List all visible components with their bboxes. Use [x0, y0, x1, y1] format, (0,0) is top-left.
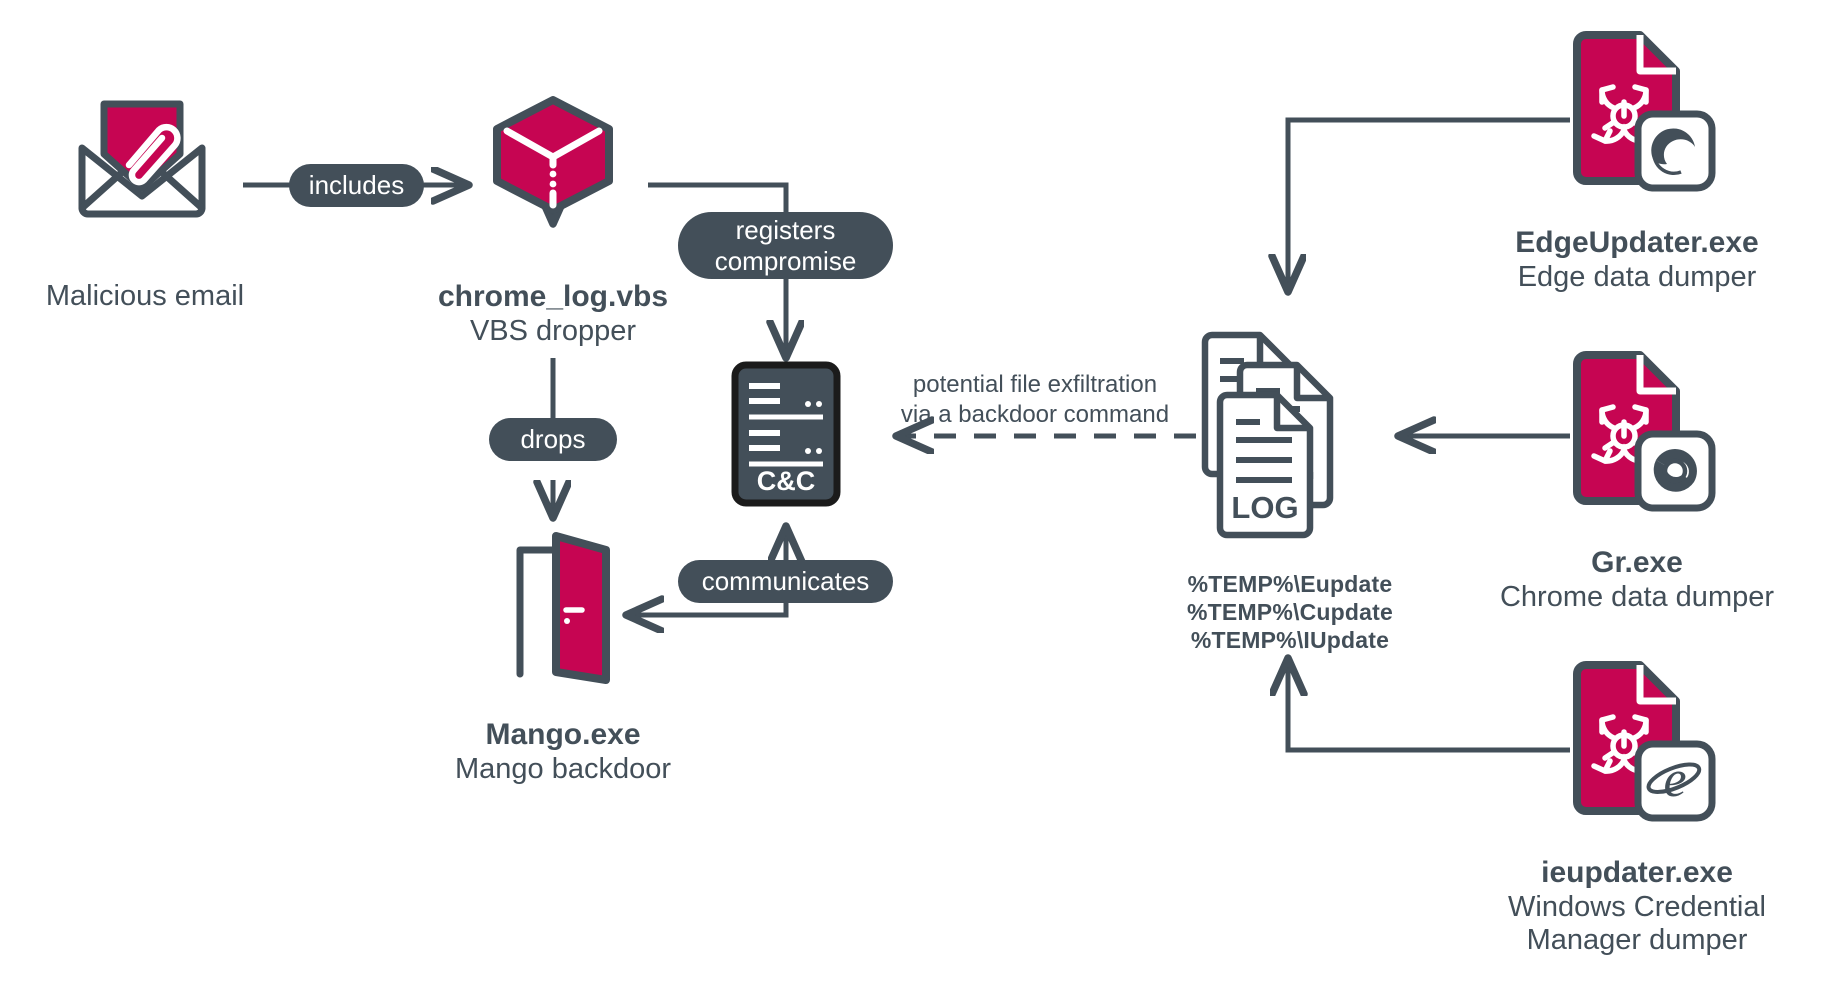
label-mango-backdoor: Mango.exe Mango backdoor — [373, 718, 753, 786]
edge-label-exfiltration: potential file exfiltration via a backdo… — [890, 370, 1180, 430]
exfiltration-line-2: via a backdoor command — [900, 401, 1170, 428]
node-grexe — [1572, 350, 1722, 512]
diagram-canvas — [243, 117, 1570, 753]
node-mango-backdoor — [508, 528, 618, 688]
mango-title: Mango.exe — [485, 718, 641, 751]
server-icon: C&C — [731, 361, 841, 507]
vbs-dropper-sub: VBS dropper — [469, 314, 637, 347]
edge-label-registers-compromise[interactable]: registers compromise — [678, 212, 893, 279]
edgeupdater-sub: Edge data dumper — [1517, 260, 1757, 293]
log-doc-label: LOG — [1231, 490, 1298, 525]
log-files-stack-icon: G LOG — [1201, 331, 1334, 539]
edgeupdater-title: EdgeUpdater.exe — [1515, 226, 1759, 259]
package-cube-icon — [493, 96, 613, 214]
malicious-file-chrome-icon — [1573, 351, 1716, 512]
temp-path-3: %TEMP%\IUpdate — [1190, 627, 1390, 654]
cnc-label: C&C — [757, 466, 816, 496]
node-ieupdater: e — [1572, 660, 1722, 822]
label-vbs-dropper: chrome_log.vbs VBS dropper — [373, 280, 733, 348]
log-temp-paths: %TEMP%\Eupdate %TEMP%\Cupdate %TEMP%\IUp… — [1100, 570, 1480, 654]
vbs-dropper-title: chrome_log.vbs — [437, 280, 669, 313]
registers-line-2: compromise — [714, 245, 857, 276]
label-grexe: Gr.exe Chrome data dumper — [1430, 546, 1844, 614]
registers-line-1: registers — [735, 214, 836, 245]
ieupdater-sub-2: Manager dumper — [1526, 924, 1748, 957]
edge-label-drops[interactable]: drops — [489, 418, 617, 461]
edge-label-includes[interactable]: includes — [289, 164, 424, 207]
node-log-files: G LOG — [1200, 330, 1375, 545]
malicious-file-edge-icon — [1573, 31, 1716, 192]
temp-path-1: %TEMP%\Eupdate — [1187, 571, 1393, 597]
open-door-icon — [516, 532, 610, 684]
drops-text: drops — [520, 424, 586, 455]
grexe-sub: Chrome data dumper — [1499, 580, 1775, 613]
label-malicious-email: Malicious email — [0, 280, 290, 314]
edge-ieupdater-to-logs — [1288, 660, 1570, 753]
label-edgeupdater: EdgeUpdater.exe Edge data dumper — [1430, 226, 1844, 294]
temp-path-2: %TEMP%\Cupdate — [1187, 599, 1393, 626]
edge-dropper-to-registers — [648, 182, 789, 212]
malicious-email-sub: Malicious email — [45, 280, 245, 312]
communicates-text: communicates — [701, 566, 870, 597]
node-vbs-dropper — [487, 95, 619, 215]
ieupdater-sub-1: Windows Credential — [1508, 890, 1766, 923]
node-edgeupdater — [1572, 30, 1722, 192]
edge-label-communicates[interactable]: communicates — [678, 560, 893, 603]
exfiltration-line-1: potential file exfiltration — [912, 371, 1158, 398]
includes-text: includes — [308, 170, 405, 201]
email-attachment-icon — [78, 100, 206, 218]
ieupdater-title: ieupdater.exe — [1541, 856, 1733, 889]
svg-text:e: e — [1663, 751, 1686, 808]
grexe-title: Gr.exe — [1591, 546, 1683, 579]
malicious-file-ie-icon: e — [1573, 661, 1716, 822]
node-malicious-email — [72, 92, 212, 222]
label-ieupdater: ieupdater.exe Windows Credential Manager… — [1430, 856, 1844, 958]
mango-sub: Mango backdoor — [454, 752, 672, 785]
node-cnc-server: C&C — [730, 360, 842, 508]
